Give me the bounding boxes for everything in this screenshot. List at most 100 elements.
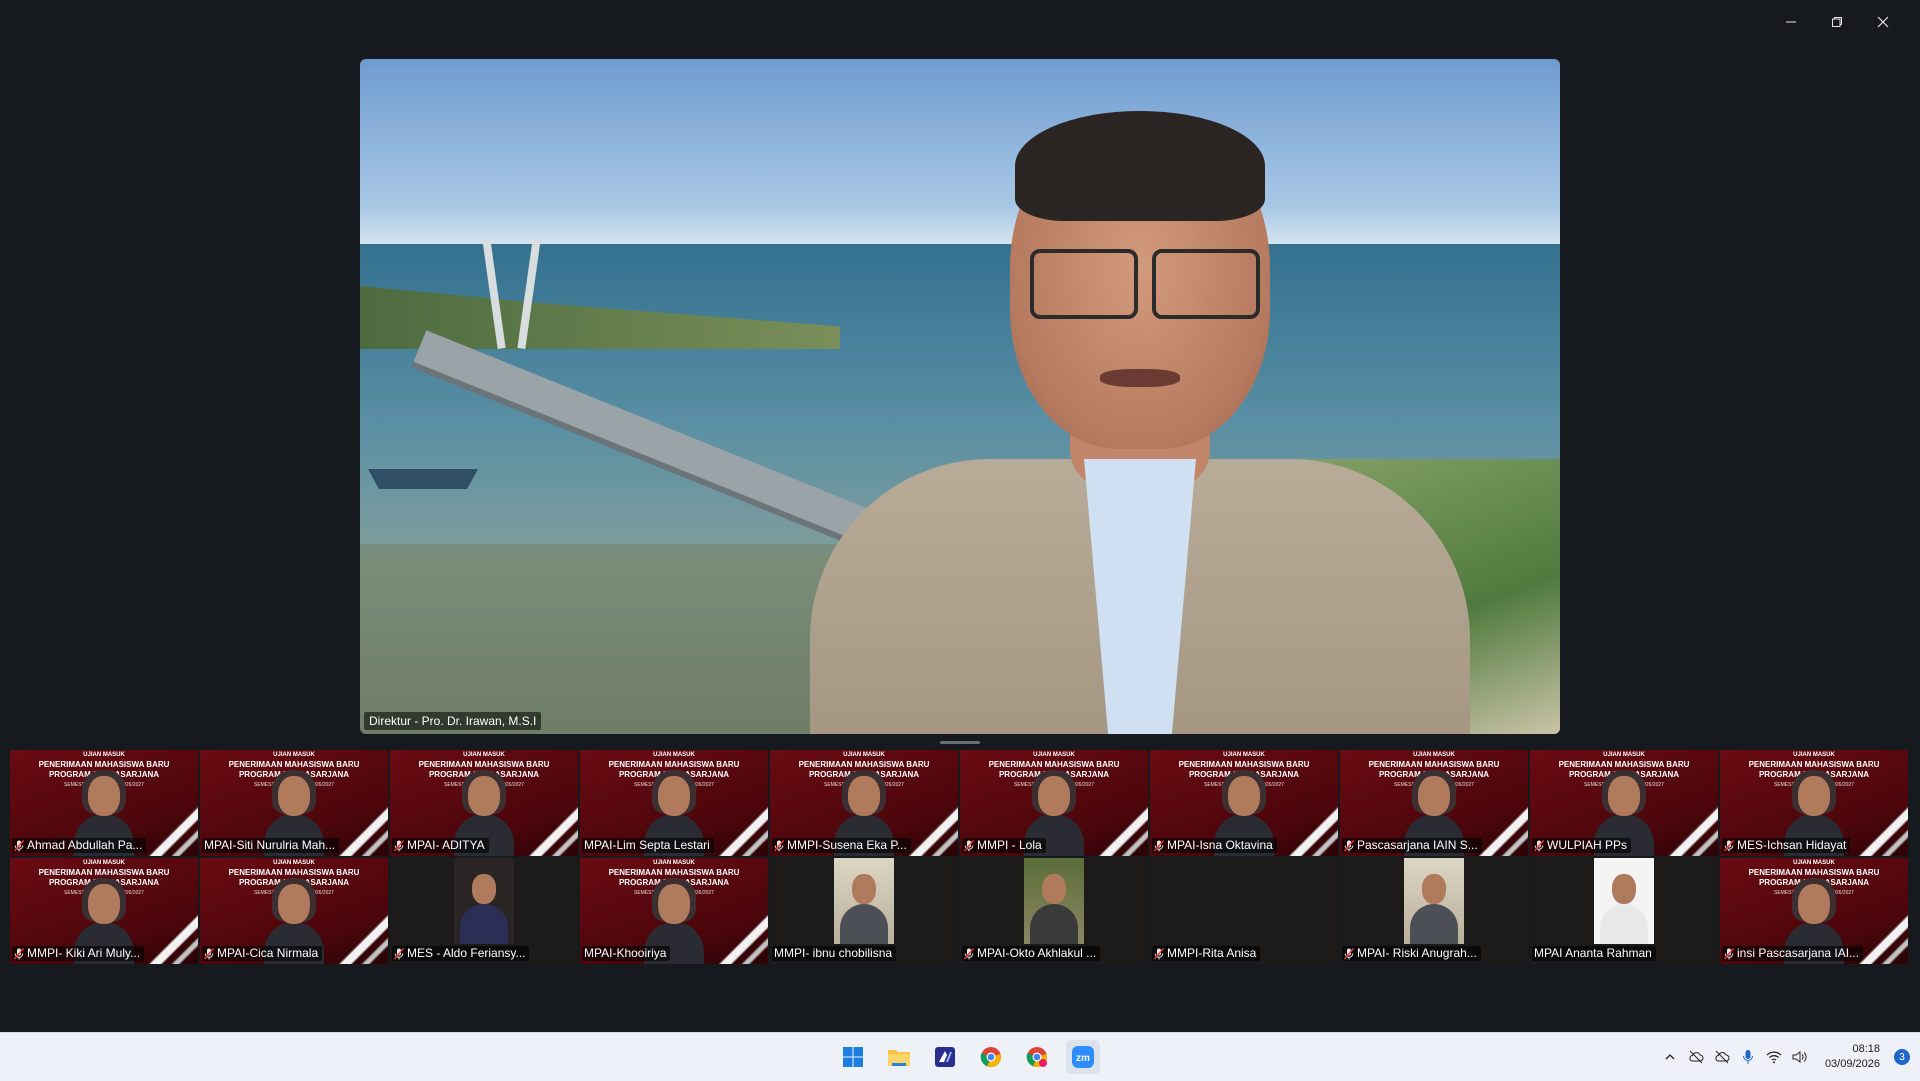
zoom-icon: zm (1072, 1046, 1094, 1068)
participant-name: MPAI-Okto Akhlakul ... (977, 946, 1097, 960)
background-boat (368, 469, 478, 489)
participant-name-label: MMPI - Lola (962, 838, 1046, 853)
mic-muted-icon (1534, 839, 1544, 851)
participant-tile[interactable]: UJIAN MASUK PENERIMAAN MAHASISWA BARU PROG… (1150, 750, 1338, 856)
participant-tile[interactable]: MPAI- Riski Anugrah... (1340, 858, 1528, 964)
chevron-up-icon (1665, 1054, 1675, 1060)
participant-name: MPAI-Cica Nirmala (217, 946, 319, 960)
banner-line: UJIAN MASUK (83, 752, 125, 758)
banner-line: UJIAN MASUK (1413, 752, 1455, 758)
banner-line: UJIAN MASUK (463, 752, 505, 758)
banner-line: UJIAN MASUK (273, 752, 315, 758)
mic-muted-icon (774, 839, 784, 851)
chrome-button[interactable] (974, 1040, 1008, 1074)
gallery-row: UJIAN MASUK PENERIMAAN MAHASISWA BARU PROG… (10, 750, 1910, 856)
participant-tile[interactable]: UJIAN MASUK PENERIMAAN MAHASISWA BARU PROG… (10, 750, 198, 856)
participant-name: MPAI-Khooiriya (584, 946, 667, 960)
participant-name-label: MMPI- Kiki Ari Muly... (12, 946, 145, 961)
participant-tile[interactable]: UJIAN MASUK PENERIMAAN MAHASISWA BARU PROG… (960, 750, 1148, 856)
participant-tile[interactable]: UJIAN MASUK PENERIMAAN MAHASISWA BARU PROG… (1530, 750, 1718, 856)
windows-icon (843, 1047, 863, 1067)
participant-name: insi Pascasarjana IAI... (1737, 946, 1860, 960)
editor-app-button[interactable] (928, 1040, 962, 1074)
participant-tile[interactable]: UJIAN MASUK PENERIMAAN MAHASISWA BARU PROG… (580, 858, 768, 964)
chrome-profile-button[interactable] (1020, 1040, 1054, 1074)
clock[interactable]: 08:18 03/09/2026 (1825, 1042, 1880, 1072)
volume-icon[interactable] (1791, 1048, 1809, 1066)
speaker-person (810, 99, 1470, 734)
participant-name: MPAI-Isna Oktavina (1167, 838, 1273, 852)
editor-icon (935, 1047, 955, 1067)
mic-muted-icon (394, 839, 404, 851)
participant-name-label: MPAI-Okto Akhlakul ... (962, 946, 1101, 961)
minimize-button[interactable] (1768, 10, 1814, 34)
gallery-resize-handle[interactable] (940, 741, 980, 744)
banner-line: UJIAN MASUK (1603, 752, 1645, 758)
participant-name: MPAI-Lim Septa Lestari (584, 838, 710, 852)
show-hidden-icons-button[interactable] (1661, 1048, 1679, 1066)
participant-name-label: MPAI-Siti Nurulria Mah... (202, 838, 340, 853)
participant-name-label: MES - Aldo Feriansy... (392, 946, 530, 961)
participant-name: MMPI-Susena Eka P... (787, 838, 907, 852)
participant-name-label: MPAI-Cica Nirmala (202, 946, 323, 961)
participant-name-label: MPAI Ananta Rahman (1532, 946, 1656, 961)
file-explorer-button[interactable] (882, 1040, 916, 1074)
participant-name: MES-Ichsan Hidayat (1737, 838, 1847, 852)
banner-line: UJIAN MASUK (653, 752, 695, 758)
participant-name-label: MES-Ichsan Hidayat (1722, 838, 1851, 853)
mic-muted-icon (964, 839, 974, 851)
chrome-icon (980, 1047, 1001, 1068)
participant-tile[interactable]: UJIAN MASUK PENERIMAAN MAHASISWA BARU PROG… (1340, 750, 1528, 856)
participant-video (834, 858, 894, 944)
participant-tile[interactable]: UJIAN MASUK PENERIMAAN MAHASISWA BARU PROG… (200, 858, 388, 964)
participant-tile[interactable]: MPAI-Okto Akhlakul ... (960, 858, 1148, 964)
zoom-button[interactable]: zm (1066, 1040, 1100, 1074)
wifi-icon[interactable] (1765, 1048, 1783, 1066)
banner-line: UJIAN MASUK (273, 860, 315, 866)
participant-name: Ahmad Abdullah Pa... (27, 838, 143, 852)
clock-time: 08:18 (1852, 1043, 1880, 1055)
banner-line: UJIAN MASUK (1793, 860, 1835, 866)
banner-line: UJIAN MASUK (1793, 752, 1835, 758)
gallery-row: UJIAN MASUK PENERIMAAN MAHASISWA BARU PROG… (10, 858, 1910, 964)
cloud-sync-off-icon[interactable] (1713, 1048, 1731, 1066)
participant-name: MPAI-Siti Nurulria Mah... (204, 838, 336, 852)
participant-tile[interactable]: UJIAN MASUK PENERIMAAN MAHASISWA BARU PROG… (770, 750, 958, 856)
participant-name-label: Pascasarjana IAIN S... (1342, 838, 1482, 853)
cloud-off-icon[interactable] (1687, 1048, 1705, 1066)
participant-tile[interactable]: UJIAN MASUK PENERIMAAN MAHASISWA BARU PROG… (580, 750, 768, 856)
mic-muted-icon (1344, 947, 1354, 959)
notification-badge[interactable]: 3 (1894, 1049, 1910, 1065)
participant-tile[interactable]: UJIAN MASUK PENERIMAAN MAHASISWA BARU PROG… (1720, 858, 1908, 964)
mic-muted-icon (1724, 947, 1734, 959)
restore-button[interactable] (1814, 10, 1860, 34)
participant-name: MPAI- ADITYA (407, 838, 485, 852)
participant-video (1404, 858, 1464, 944)
banner-line: UJIAN MASUK (843, 752, 885, 758)
participant-tile[interactable]: UJIAN MASUK PENERIMAAN MAHASISWA BARU PROG… (200, 750, 388, 856)
participant-tile[interactable]: UJIAN MASUK PENERIMAAN MAHASISWA BARU PROG… (390, 750, 578, 856)
participant-tile[interactable]: MMPI- ibnu chobilisna (770, 858, 958, 964)
participant-name: MPAI Ananta Rahman (1534, 946, 1652, 960)
mic-muted-icon (964, 947, 974, 959)
mic-muted-icon (204, 947, 214, 959)
mic-muted-icon (1154, 839, 1164, 851)
folder-icon (888, 1050, 910, 1066)
active-speaker-video[interactable]: Direktur - Pro. Dr. Irawan, M.S.I (360, 59, 1560, 734)
close-button[interactable] (1860, 10, 1906, 34)
participant-tile[interactable]: MMPI-Rita Anisa (1150, 858, 1338, 964)
svg-text:zm: zm (1076, 1053, 1090, 1064)
mic-muted-icon (1724, 839, 1734, 851)
participant-gallery: UJIAN MASUK PENERIMAAN MAHASISWA BARU PROG… (10, 750, 1910, 966)
start-button[interactable] (836, 1040, 870, 1074)
microphone-icon[interactable] (1739, 1048, 1757, 1066)
participant-name: MMPI- ibnu chobilisna (774, 946, 893, 960)
participant-tile[interactable]: MPAI Ananta Rahman (1530, 858, 1718, 964)
taskbar-apps: zm (836, 1040, 1100, 1074)
banner-line: UJIAN MASUK (83, 860, 125, 866)
participant-tile[interactable]: UJIAN MASUK PENERIMAAN MAHASISWA BARU PROG… (10, 858, 198, 964)
participant-tile[interactable]: MES - Aldo Feriansy... (390, 858, 578, 964)
participant-tile[interactable]: UJIAN MASUK PENERIMAAN MAHASISWA BARU PROG… (1720, 750, 1908, 856)
banner-line: UJIAN MASUK (653, 860, 695, 866)
participant-name-label: MPAI-Khooiriya (582, 946, 671, 961)
